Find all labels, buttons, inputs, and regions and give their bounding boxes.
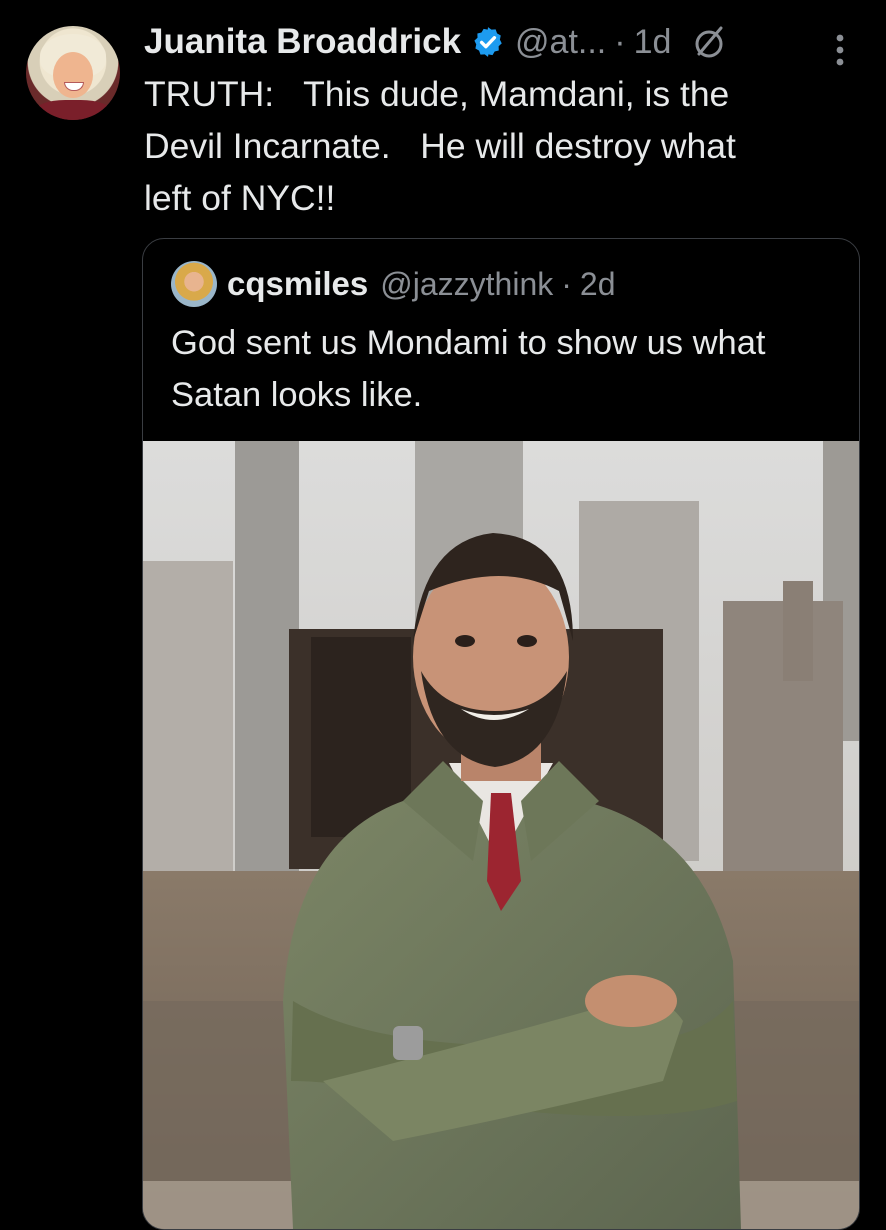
quoted-author-handle[interactable]: @jazzythink bbox=[380, 266, 553, 303]
post-text: TRUTH: This dude, Mamdani, is the Devil … bbox=[144, 74, 736, 218]
separator-dot: · bbox=[561, 265, 572, 302]
quoted-post-text: God sent us Mondami to show us what Sata… bbox=[171, 324, 766, 414]
more-vertical-icon[interactable] bbox=[832, 30, 848, 70]
verified-badge-icon bbox=[471, 25, 505, 59]
quoted-author-display-name[interactable]: cqsmiles bbox=[227, 265, 368, 303]
grok-icon[interactable] bbox=[689, 22, 729, 62]
quoted-post-header: cqsmiles @jazzythink · 2d bbox=[227, 261, 615, 307]
quoted-post-photo[interactable] bbox=[143, 441, 859, 1229]
author-display-name[interactable]: Juanita Broaddrick bbox=[144, 22, 461, 62]
quoted-post-timestamp[interactable]: 2d bbox=[580, 266, 616, 303]
quoted-author-avatar[interactable] bbox=[171, 261, 217, 307]
post-timestamp[interactable]: 1d bbox=[634, 23, 672, 62]
author-avatar[interactable] bbox=[26, 26, 120, 120]
quoted-post-card[interactable]: cqsmiles @jazzythink · 2d God sent us Mo… bbox=[142, 238, 860, 1230]
post: Juanita Broaddrick @at... · 1d TRUTH: Th… bbox=[0, 0, 886, 1230]
post-header: Juanita Broaddrick @at... · 1d bbox=[144, 20, 729, 64]
separator-dot: · bbox=[614, 22, 626, 61]
author-handle[interactable]: @at... bbox=[515, 23, 606, 62]
